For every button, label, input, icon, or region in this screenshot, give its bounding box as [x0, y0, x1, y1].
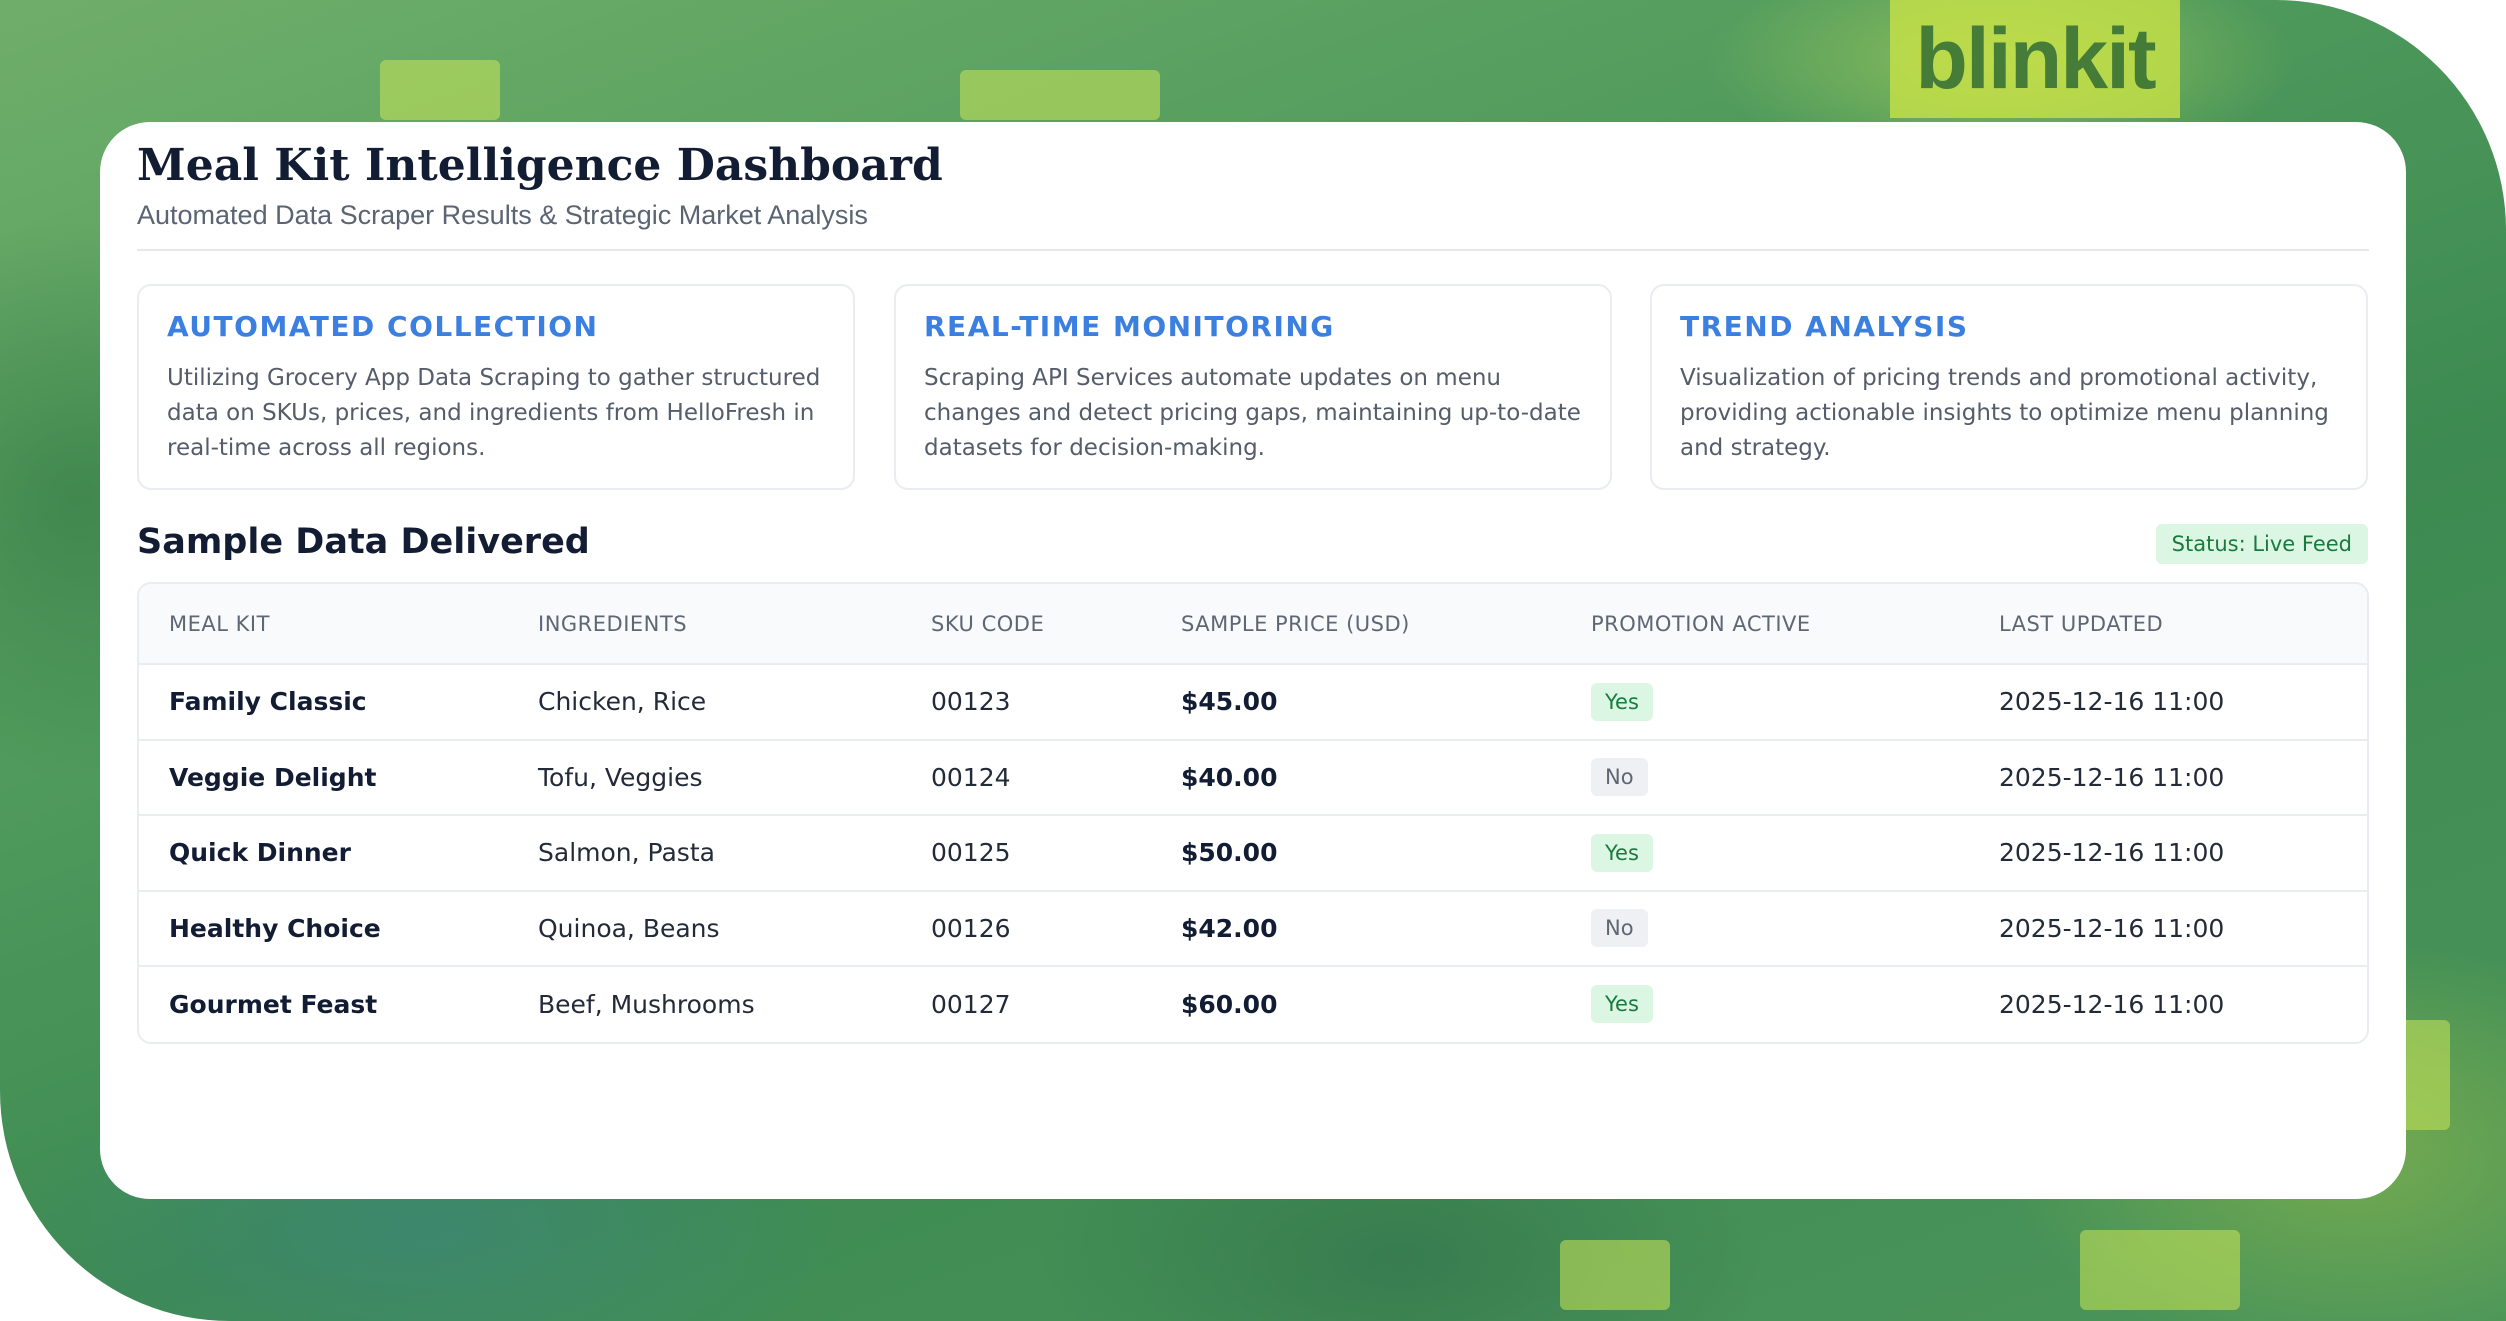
cell-price: $42.00 [1181, 913, 1278, 943]
cell-promotion: No [1561, 891, 1969, 967]
sample-data-table: MEAL KIT INGREDIENTS SKU CODE SAMPLE PRI… [137, 582, 2369, 1044]
cell-ingredients: Quinoa, Beans [538, 913, 720, 943]
feature-description: Utilizing Grocery App Data Scraping to g… [167, 365, 821, 461]
background-crate [960, 70, 1160, 120]
column-header-promotion-active[interactable]: PROMOTION ACTIVE [1561, 584, 1969, 664]
cell-sku-code: 00127 [931, 989, 1011, 1019]
cell-promotion: Yes [1561, 815, 1969, 891]
page-title: Meal Kit Intelligence Dashboard [137, 140, 943, 191]
cell-promotion: Yes [1561, 664, 1969, 740]
brand-logo: blinkit [1890, 0, 2180, 118]
cell-price: $40.00 [1181, 762, 1278, 792]
page-subtitle: Automated Data Scraper Results & Strateg… [137, 200, 868, 230]
promotion-badge: Yes [1591, 833, 1653, 872]
feature-title: AUTOMATED COLLECTION [167, 310, 599, 343]
cell-ingredients: Chicken, Rice [538, 687, 707, 717]
header-divider [137, 249, 2369, 251]
cell-meal-kit: Quick Dinner [169, 838, 351, 868]
promotion-badge: Yes [1591, 682, 1653, 721]
feature-title: TREND ANALYSIS [1680, 310, 1969, 343]
cell-price: $45.00 [1181, 687, 1278, 717]
cell-sku-code: 00124 [931, 762, 1011, 792]
cell-ingredients: Beef, Mushrooms [538, 989, 755, 1019]
cell-meal-kit: Healthy Choice [169, 913, 381, 943]
promotion-badge: No [1591, 758, 1648, 797]
column-header-sku-code[interactable]: SKU CODE [901, 584, 1151, 664]
brand-logo-text: blinkit [1915, 10, 2156, 107]
cell-last-updated: 2025-12-16 11:00 [1999, 762, 2225, 792]
background-crate [2080, 1230, 2240, 1310]
table-row[interactable]: Family Classic Chicken, Rice 00123 $45.0… [139, 664, 2367, 740]
section-title: Sample Data Delivered [137, 522, 590, 562]
cell-sku-code: 00123 [931, 687, 1011, 717]
background-crate [1560, 1240, 1670, 1310]
table-row[interactable]: Gourmet Feast Beef, Mushrooms 00127 $60.… [139, 966, 2367, 1042]
dashboard-card: Meal Kit Intelligence Dashboard Automate… [100, 122, 2406, 1199]
feature-card-real-time-monitoring: REAL-TIME MONITORING Scraping API Servic… [894, 284, 1612, 490]
table-row[interactable]: Healthy Choice Quinoa, Beans 00126 $42.0… [139, 890, 2367, 967]
feature-description: Scraping API Services automate updates o… [924, 365, 1581, 461]
column-header-ingredients[interactable]: INGREDIENTS [508, 584, 901, 664]
cell-last-updated: 2025-12-16 11:00 [1999, 687, 2225, 717]
cell-ingredients: Tofu, Veggies [538, 762, 703, 792]
cell-meal-kit: Family Classic [169, 687, 367, 717]
cell-promotion: Yes [1561, 966, 1969, 1042]
feature-description: Visualization of pricing trends and prom… [1680, 365, 2329, 461]
feature-title: REAL-TIME MONITORING [924, 310, 1335, 343]
cell-meal-kit: Gourmet Feast [169, 989, 378, 1019]
cell-price: $60.00 [1181, 989, 1278, 1019]
column-header-sample-price[interactable]: SAMPLE PRICE (USD) [1151, 584, 1561, 664]
table-row[interactable]: Quick Dinner Salmon, Pasta 00125 $50.00 … [139, 815, 2367, 891]
cell-last-updated: 2025-12-16 11:00 [1999, 989, 2225, 1019]
column-header-meal-kit[interactable]: MEAL KIT [139, 584, 508, 664]
cell-meal-kit: Veggie Delight [169, 762, 377, 792]
promotion-badge: No [1591, 909, 1648, 948]
cell-promotion: No [1561, 740, 1969, 816]
cell-ingredients: Salmon, Pasta [538, 838, 715, 868]
background-crate [380, 60, 500, 120]
column-header-last-updated[interactable]: LAST UPDATED [1969, 584, 2367, 664]
cell-last-updated: 2025-12-16 11:00 [1999, 838, 2225, 868]
feature-card-trend-analysis: TREND ANALYSIS Visualization of pricing … [1650, 284, 2368, 490]
table-header-row: MEAL KIT INGREDIENTS SKU CODE SAMPLE PRI… [139, 584, 2367, 664]
cell-sku-code: 00126 [931, 913, 1011, 943]
status-badge: Status: Live Feed [2155, 524, 2368, 564]
cell-last-updated: 2025-12-16 11:00 [1999, 913, 2225, 943]
table-row[interactable]: Veggie Delight Tofu, Veggies 00124 $40.0… [139, 739, 2367, 816]
feature-card-automated-collection: AUTOMATED COLLECTION Utilizing Grocery A… [137, 284, 855, 490]
promotion-badge: Yes [1591, 985, 1653, 1024]
cell-sku-code: 00125 [931, 838, 1011, 868]
cell-price: $50.00 [1181, 838, 1278, 868]
